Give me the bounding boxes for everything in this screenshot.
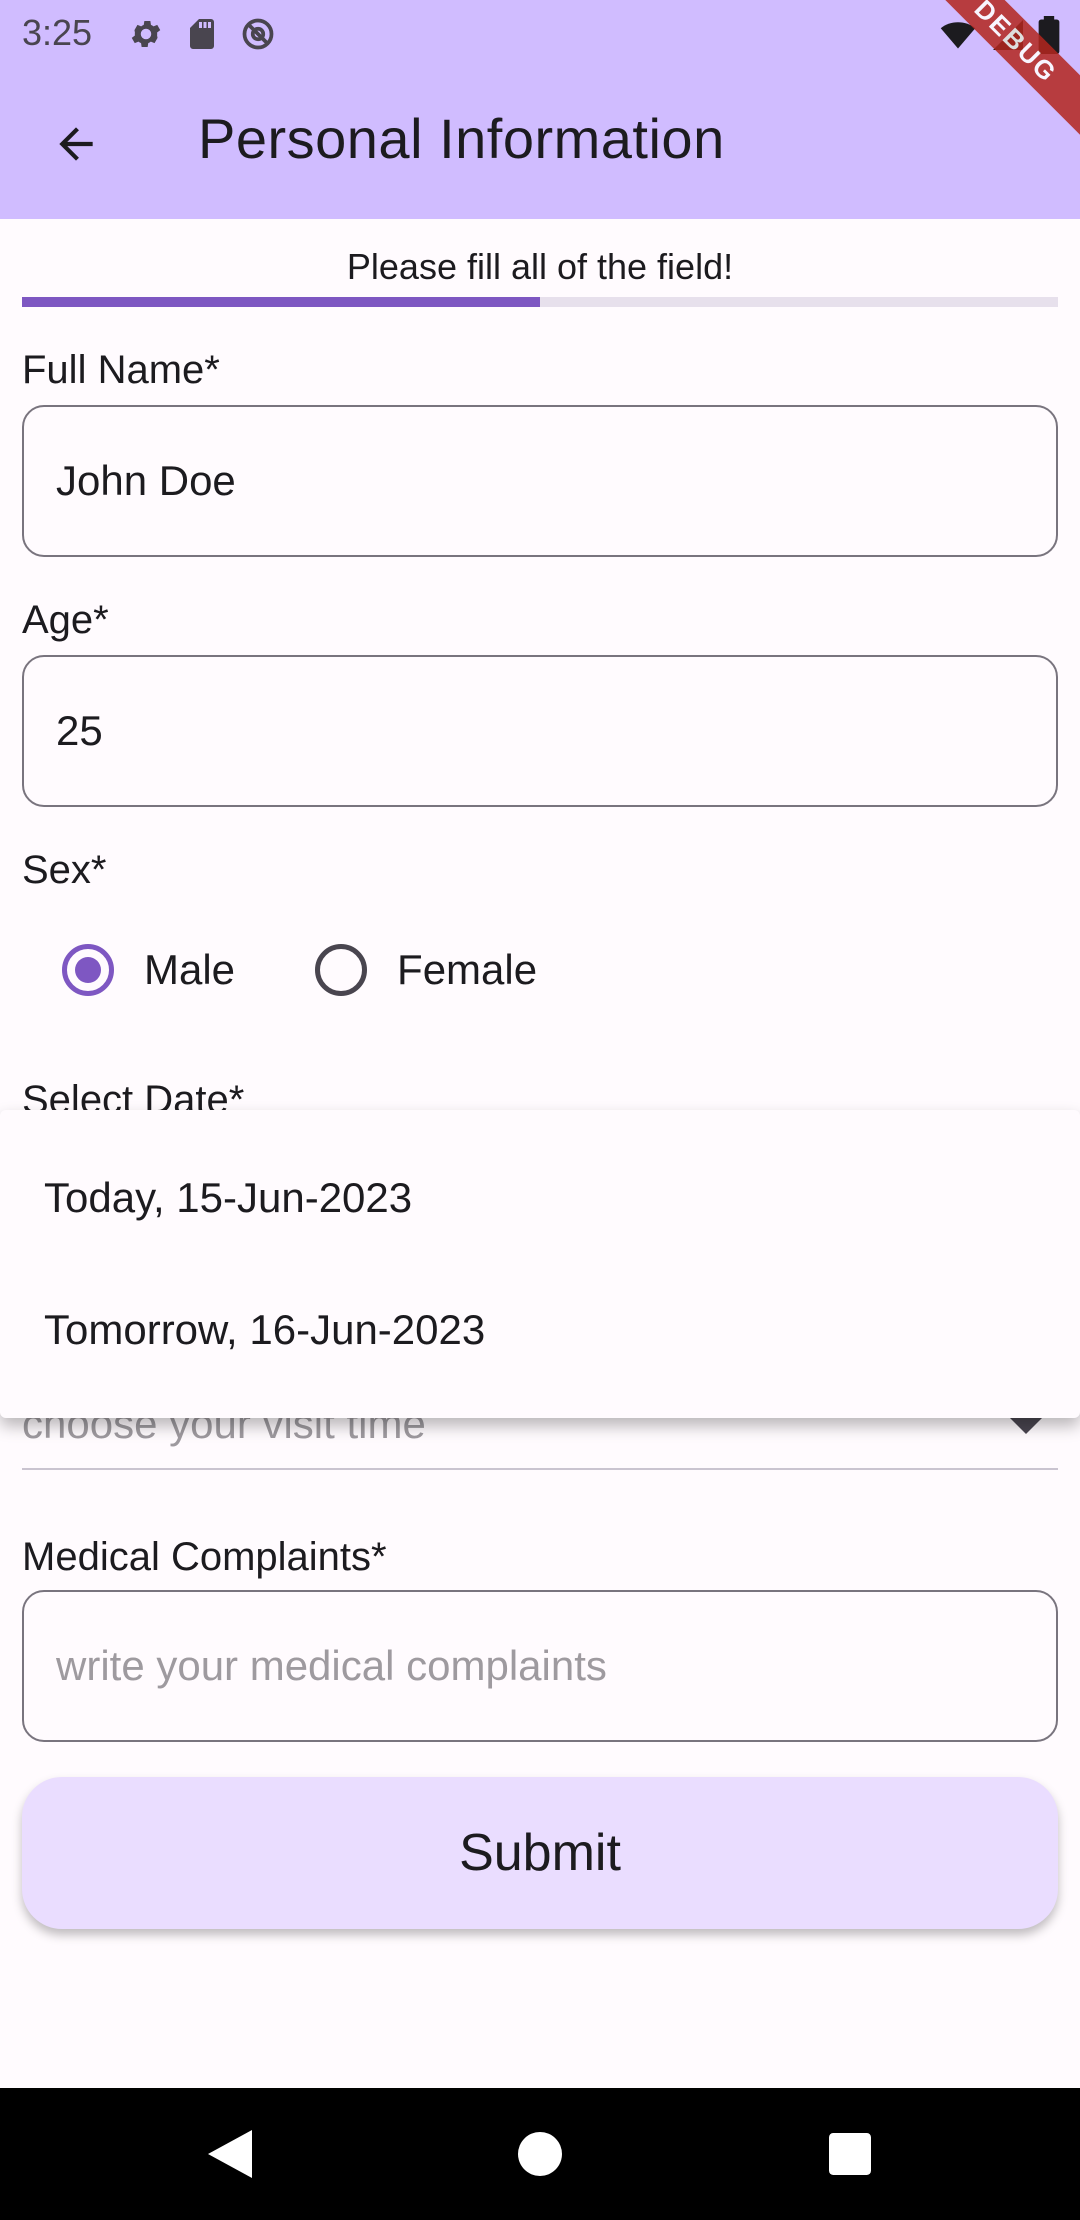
full-name-label: Full Name*	[22, 348, 220, 392]
radio-label-male: Male	[144, 946, 236, 993]
app-bar: 3:25 Personal Information DEBUG	[0, 0, 1080, 219]
progress-fill	[22, 297, 540, 307]
status-icons-left	[128, 16, 276, 52]
progress-bar	[22, 297, 1058, 307]
radio-option-female[interactable]: Female	[275, 944, 537, 996]
sex-label: Sex*	[22, 848, 107, 892]
back-triangle-icon	[208, 2130, 252, 2178]
date-menu: Today, 15-Jun-2023 Tomorrow, 16-Jun-2023	[0, 1110, 1080, 1418]
status-time: 3:25	[22, 12, 93, 53]
arrow-back-icon	[59, 127, 93, 161]
sex-radio-group: Male Female	[22, 930, 577, 1010]
age-input[interactable]	[22, 655, 1058, 807]
submit-button[interactable]: Submit	[22, 1777, 1058, 1929]
radio-male[interactable]	[62, 944, 114, 996]
recents-square-icon	[829, 2133, 871, 2175]
menu-item-tomorrow[interactable]: Tomorrow, 16-Jun-2023	[0, 1264, 1080, 1396]
nav-home-button[interactable]	[514, 2128, 566, 2180]
back-button[interactable]	[40, 108, 112, 180]
nav-recents-button[interactable]	[824, 2128, 876, 2180]
radio-label-female: Female	[397, 946, 538, 993]
age-label: Age*	[22, 598, 109, 642]
sd-card-icon	[190, 19, 214, 49]
progress-label: Please fill all of the field!	[346, 246, 734, 287]
system-nav-bar	[0, 2088, 1080, 2220]
chevron-down-icon	[1010, 1418, 1042, 1434]
medical-complaints-input[interactable]	[22, 1590, 1058, 1742]
radio-option-male[interactable]: Male	[22, 944, 235, 996]
full-name-input[interactable]	[22, 405, 1058, 557]
medical-complaints-label: Medical Complaints*	[22, 1535, 387, 1579]
home-circle-icon	[518, 2132, 562, 2176]
at-sign-icon	[242, 18, 274, 50]
page-title: Personal Information	[198, 107, 725, 170]
nav-back-button[interactable]	[204, 2128, 256, 2180]
radio-female[interactable]	[315, 944, 368, 996]
menu-item-today[interactable]: Today, 15-Jun-2023	[0, 1132, 1080, 1264]
gear-icon	[131, 20, 161, 48]
